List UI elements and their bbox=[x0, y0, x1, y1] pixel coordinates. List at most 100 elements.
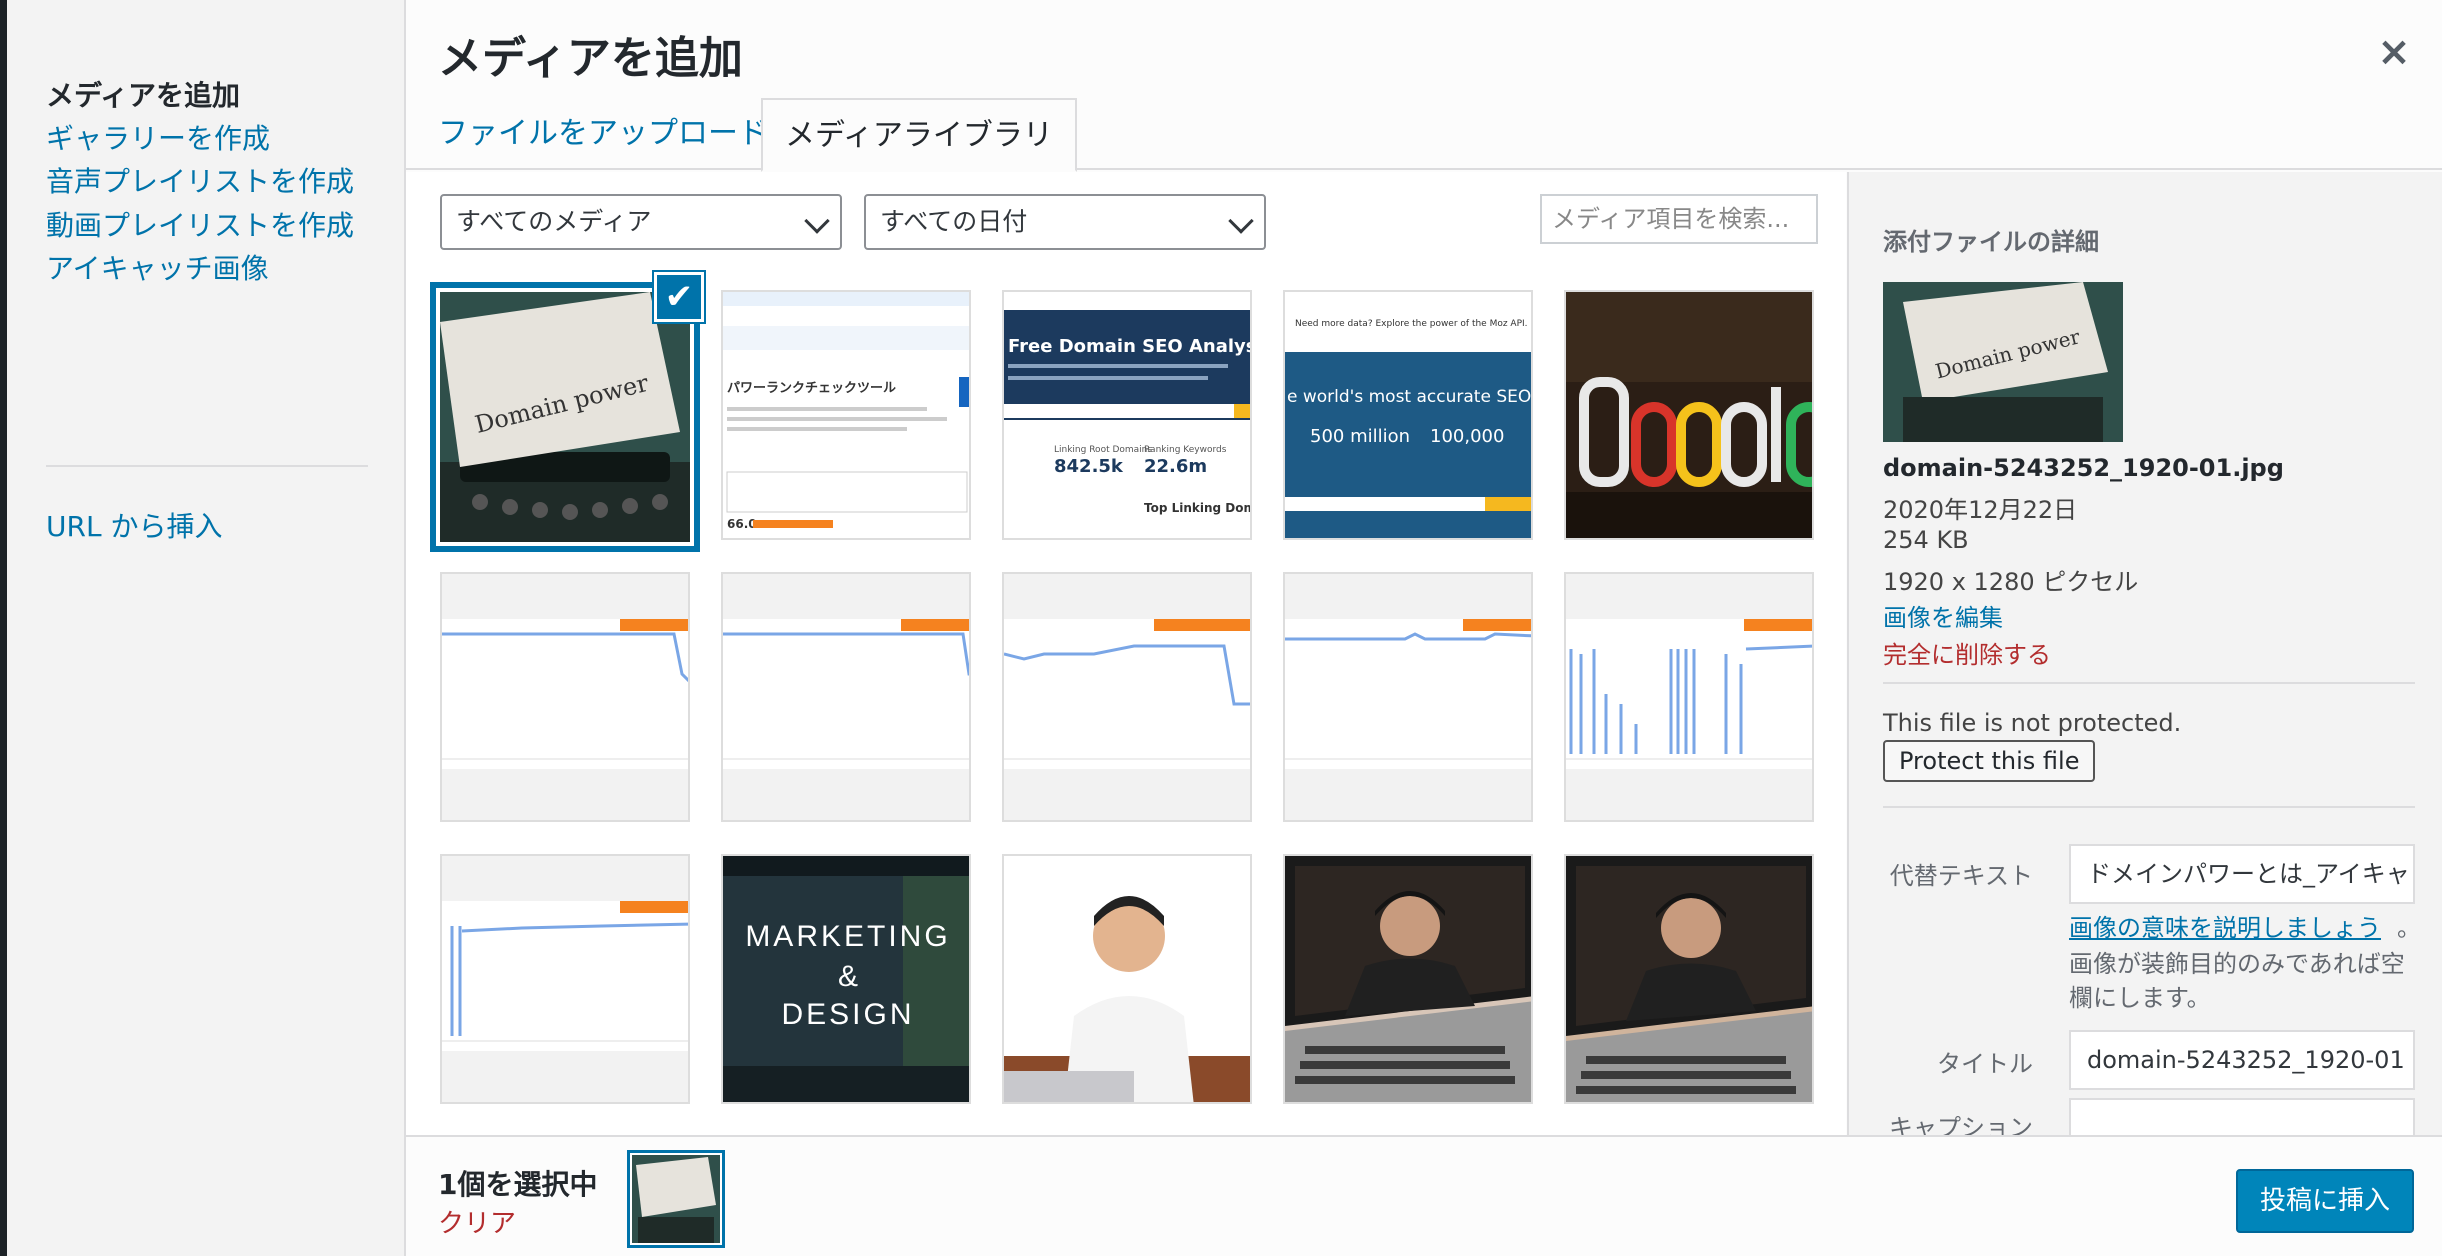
chevron-down-icon bbox=[804, 208, 830, 234]
rank-chart-image bbox=[1004, 619, 1250, 769]
thumb-moz-title: Free Domain SEO Analysis Tool bbox=[1008, 336, 1252, 357]
rank-chart-image bbox=[1566, 619, 1812, 769]
thumb-marketing-1: MARKETING bbox=[745, 920, 950, 953]
attachment-power-rank-tool[interactable]: パワーランクチェックツール 66.0 bbox=[721, 290, 971, 540]
title-label: タイトル bbox=[1937, 1050, 2033, 1078]
thumb-power-rank-value: 66.0 bbox=[727, 517, 757, 531]
menu-item-featured-image[interactable]: アイキャッチ画像 bbox=[46, 247, 269, 287]
title-field[interactable]: domain-5243252_1920-01 bbox=[2069, 1030, 2415, 1090]
close-button[interactable]: × bbox=[2372, 30, 2416, 74]
menu-item-add-media[interactable]: メディアを追加 bbox=[46, 74, 240, 114]
thumb-power-rank-title: パワーランクチェックツール bbox=[727, 381, 896, 396]
window-edge bbox=[0, 0, 7, 1256]
details-heading: 添付ファイルの詳細 bbox=[1883, 228, 2099, 256]
moz-api-screenshot: Need more data? Explore the power of the… bbox=[1285, 292, 1533, 538]
media-search-input[interactable]: メディア項目を検索... bbox=[1540, 194, 1818, 244]
media-menu: メディアを追加 ギャラリーを作成 音声プレイリストを作成 動画プレイリストを作成… bbox=[7, 0, 406, 1256]
selection-count: 1個を選択中 bbox=[438, 1168, 598, 1201]
alt-text-help-link[interactable]: 画像の意味を説明しましょう bbox=[2069, 908, 2381, 943]
attachment-details-sidebar: 添付ファイルの詳細 Domain power domain-5243252_19… bbox=[1847, 172, 2442, 1135]
thumb-moz-val2: 22.6m bbox=[1144, 456, 1207, 477]
media-type-filter-value: すべてのメディア bbox=[456, 207, 652, 236]
tab-media-library[interactable]: メディアライブラリ bbox=[761, 98, 1077, 172]
media-type-filter[interactable]: すべてのメディア bbox=[440, 194, 842, 250]
typewriter-image: Domain power bbox=[440, 292, 690, 542]
attachment-chart-2[interactable] bbox=[721, 572, 971, 822]
alt-text-help-period: 。 bbox=[2397, 914, 2421, 942]
thumb-moz-col1: Linking Root Domains bbox=[1054, 445, 1152, 455]
attachment-laptop-video-1[interactable] bbox=[1283, 854, 1533, 1104]
alt-text-help-2: 欄にします。 bbox=[2069, 984, 2211, 1012]
thumb-moz-api-head: e world's most accurate SEO da bbox=[1287, 387, 1533, 407]
menu-item-create-gallery[interactable]: ギャラリーを作成 bbox=[46, 117, 270, 157]
attachment-chart-3[interactable] bbox=[1002, 572, 1252, 822]
power-rank-screenshot: パワーランクチェックツール 66.0 bbox=[723, 292, 969, 538]
thumb-moz-val1: 842.5k bbox=[1054, 456, 1124, 477]
insert-into-post-button[interactable]: 投稿に挿入 bbox=[2235, 1169, 2414, 1233]
rank-chart-image bbox=[723, 619, 969, 769]
menu-separator bbox=[46, 465, 368, 467]
date-filter[interactable]: すべての日付 bbox=[864, 194, 1266, 250]
person-photo bbox=[1004, 856, 1250, 1102]
marketing-design-image: MARKETING & DESIGN bbox=[723, 856, 969, 1102]
protect-file-button[interactable]: Protect this file bbox=[1883, 740, 2096, 782]
details-filename: domain-5243252_1920-01.jpg bbox=[1883, 454, 2284, 482]
attachment-chart-5[interactable] bbox=[1564, 572, 1814, 822]
attachment-domain-power[interactable]: Domain power bbox=[440, 292, 690, 542]
attachment-moz-api[interactable]: Need more data? Explore the power of the… bbox=[1283, 290, 1533, 540]
typewriter-image bbox=[632, 1155, 720, 1243]
laptop-video-photo bbox=[1285, 856, 1531, 1102]
modal-title: メディアを追加 bbox=[438, 33, 743, 84]
google-sign-image bbox=[1566, 292, 1812, 538]
laptop-video-photo bbox=[1566, 856, 1812, 1102]
date-filter-value: すべての日付 bbox=[880, 207, 1028, 236]
media-toolbar: 1個を選択中 クリア 投稿に挿入 bbox=[406, 1135, 2442, 1256]
rank-chart-image bbox=[442, 901, 688, 1051]
edit-image-link[interactable]: 画像を編集 bbox=[1883, 598, 2003, 633]
selected-check-icon[interactable]: ✔ bbox=[654, 272, 704, 322]
attachment-laptop-video-2[interactable] bbox=[1564, 854, 1814, 1104]
protect-status-text: This file is not protected. bbox=[1883, 709, 2182, 737]
tab-upload-files[interactable]: ファイルをアップロード bbox=[416, 98, 790, 170]
rank-chart-image bbox=[442, 619, 688, 769]
clear-selection-link[interactable]: クリア bbox=[438, 1203, 516, 1240]
thumb-moz-sub: Top Linking Domains bbox=[1144, 501, 1252, 515]
attachment-chart-6[interactable] bbox=[440, 854, 690, 1104]
close-icon: × bbox=[2377, 29, 2411, 75]
rank-chart-image bbox=[1285, 619, 1531, 769]
details-date: 2020年12月22日 bbox=[1883, 496, 2078, 524]
attachment-person-laughing[interactable] bbox=[1002, 854, 1252, 1104]
attachment-chart-4[interactable] bbox=[1283, 572, 1533, 822]
thumb-moz-col2: Ranking Keywords bbox=[1144, 445, 1227, 455]
details-dimensions: 1920 x 1280 ピクセル bbox=[1883, 568, 2139, 596]
details-thumbnail: Domain power bbox=[1883, 282, 2123, 442]
details-file-size: 254 KB bbox=[1883, 526, 1969, 554]
thumb-moz-api-n2: 100,000 bbox=[1430, 426, 1504, 447]
delete-permanently-link[interactable]: 完全に削除する bbox=[1883, 635, 2051, 670]
moz-domain-screenshot: Free Domain SEO Analysis Tool Linking Ro… bbox=[1004, 292, 1252, 538]
media-modal-frame: メディアを追加 × ファイルをアップロード メディアライブラリ すべてのメディア… bbox=[406, 0, 2442, 1256]
caption-field[interactable] bbox=[2069, 1098, 2415, 1135]
attachment-moz-domain-tool[interactable]: Free Domain SEO Analysis Tool Linking Ro… bbox=[1002, 290, 1252, 540]
typewriter-image: Domain power bbox=[1883, 282, 2123, 442]
thumb-marketing-3: DESIGN bbox=[781, 998, 914, 1031]
thumb-moz-api-top: Need more data? Explore the power of the… bbox=[1295, 319, 1528, 329]
alt-text-field[interactable]: ドメインパワーとは_アイキャ bbox=[2069, 844, 2415, 904]
details-divider bbox=[1883, 806, 2415, 808]
selection-thumbnail[interactable] bbox=[632, 1155, 720, 1243]
caption-label: キャプション bbox=[1889, 1114, 2033, 1135]
attachment-google-sign[interactable] bbox=[1564, 290, 1814, 540]
menu-item-create-video-playlist[interactable]: 動画プレイリストを作成 bbox=[46, 204, 354, 244]
alt-text-help-1: 画像が装飾目的のみであれば空 bbox=[2069, 950, 2405, 978]
attachment-chart-1[interactable] bbox=[440, 572, 690, 822]
menu-item-insert-from-url[interactable]: URL から挿入 bbox=[46, 505, 222, 545]
thumb-marketing-2: & bbox=[838, 960, 858, 993]
chevron-down-icon bbox=[1228, 208, 1254, 234]
attachment-marketing-design[interactable]: MARKETING & DESIGN bbox=[721, 854, 971, 1104]
menu-item-create-audio-playlist[interactable]: 音声プレイリストを作成 bbox=[46, 160, 354, 200]
alt-text-label: 代替テキスト bbox=[1889, 862, 2033, 890]
attachments-browser: すべてのメディア すべての日付 メディア項目を検索... Domain powe… bbox=[406, 172, 1846, 1135]
router-tabs: ファイルをアップロード メディアライブラリ bbox=[406, 98, 2442, 172]
thumb-moz-api-n1: 500 million bbox=[1310, 426, 1410, 447]
details-divider bbox=[1883, 682, 2415, 684]
